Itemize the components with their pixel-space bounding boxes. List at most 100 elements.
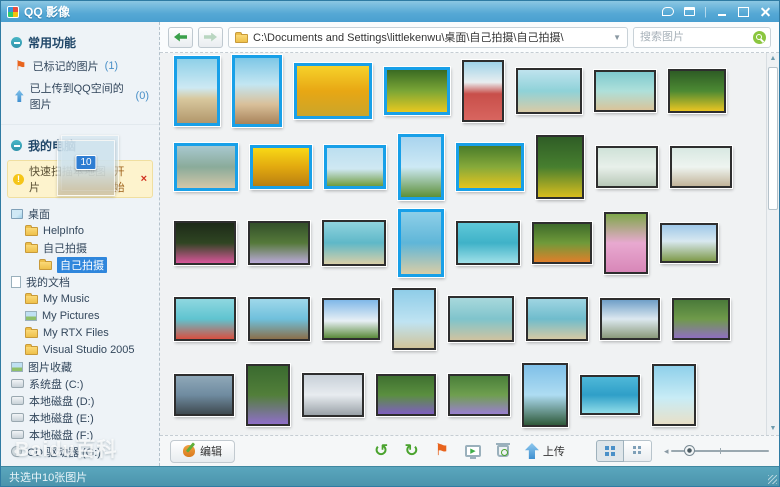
photo-thumbnail[interactable] [174,374,234,416]
photo-thumbnail[interactable] [536,135,584,199]
edit-button[interactable]: 编辑 [170,440,235,463]
photo-thumbnail[interactable] [456,143,524,191]
slideshow-button[interactable]: ▶ [465,445,481,457]
photo-thumbnail[interactable] [668,69,726,113]
photo-thumbnail[interactable] [322,298,380,340]
scrollbar-track[interactable] [767,65,779,423]
path-dropdown[interactable]: C:\Documents and Settings\littlekenwu\桌面… [228,27,628,48]
scrollbar-thumb[interactable] [768,67,778,210]
search-input[interactable] [640,31,753,43]
photo-thumbnail[interactable] [250,145,312,189]
photo-thumbnail[interactable] [526,297,588,341]
slider-knob[interactable] [684,445,695,456]
photo-thumbnail[interactable] [392,288,436,350]
section-common-functions[interactable]: 常用功能 [1,30,159,55]
tree-item[interactable]: My RTX Files [1,324,159,341]
photo-thumbnail[interactable] [174,221,236,265]
window-controls: | [660,5,773,18]
slideshow-icon: ▶ [465,445,481,457]
document-icon [11,276,21,288]
photo-thumbnail[interactable] [246,364,290,426]
tree-item[interactable]: 图片收藏 [1,358,159,375]
photo-thumbnail[interactable] [448,296,514,342]
photo-thumbnail[interactable] [462,60,504,122]
scroll-up-icon[interactable]: ▲ [770,53,777,65]
forward-button[interactable] [198,27,223,48]
view-small-thumbs-button[interactable] [624,440,652,462]
tree-item[interactable]: My Pictures [1,307,159,324]
feedback-button[interactable] [660,5,675,18]
close-button[interactable] [758,5,773,18]
photo-thumbnail[interactable] [580,375,640,415]
qq-image-window: QQ 影像 | 常用功能 ⚑ 已标记的图片 (1) 已上传到QQ空间的图片 [0,0,780,487]
desktop-icon [11,209,23,219]
delete-button[interactable] [497,445,509,457]
folder-icon [25,244,38,253]
photo-thumbnail[interactable] [594,70,656,112]
scan-start-button[interactable]: 开始 [114,163,134,195]
back-button[interactable] [168,27,193,48]
photo-thumbnail[interactable] [456,221,520,265]
photo-thumbnail[interactable] [448,374,510,416]
scroll-down-icon[interactable]: ▼ [770,423,777,435]
photo-thumbnail[interactable] [672,298,730,340]
minimize-button[interactable] [714,5,729,18]
photo-thumbnail[interactable] [398,209,444,277]
tree-item[interactable]: 自己拍摄 [1,256,159,273]
rotate-left-button[interactable]: ↺ [374,443,388,459]
photo-thumbnail[interactable] [398,134,444,200]
slider-track[interactable] [671,450,769,452]
rotate-right-button[interactable]: ↻ [404,443,418,459]
photo-thumbnail[interactable] [232,55,282,127]
photo-thumbnail[interactable] [248,297,310,341]
skin-button[interactable] [682,5,697,18]
photo-thumbnail[interactable] [532,222,592,264]
section-my-computer[interactable]: 我的电脑 [1,133,159,158]
tree-item[interactable]: 我的文档 [1,273,159,290]
vertical-scrollbar[interactable]: ▲ ▼ [766,53,779,435]
folder-icon [235,34,248,43]
photo-thumbnail[interactable] [174,297,236,341]
tree-item[interactable]: 本地磁盘 (D:) [1,392,159,409]
photo-thumbnail[interactable] [174,56,220,126]
maximize-button[interactable] [736,5,751,18]
flag-icon: ⚑ [15,61,27,71]
view-large-thumbs-button[interactable] [596,440,624,462]
content-area: C:\Documents and Settings\littlekenwu\桌面… [160,22,779,466]
slider-left-icon: ◂ [664,446,669,457]
photo-thumbnail[interactable] [596,146,658,188]
photo-thumbnail[interactable] [660,223,718,263]
sidebar-item-uploaded-images[interactable]: 已上传到QQ空间的图片 (0) [1,77,159,115]
tree-item-label: My Pictures [42,310,99,322]
photo-thumbnail[interactable] [670,146,732,188]
scan-close-button[interactable]: × [139,173,147,185]
photo-thumbnail[interactable] [516,68,582,114]
photo-thumbnail[interactable] [376,374,436,416]
photo-thumbnail[interactable] [604,212,648,274]
upload-button[interactable]: 上传 [525,443,565,459]
photo-thumbnail[interactable] [324,145,386,189]
zoom-slider[interactable]: ◂ [664,444,769,458]
tree-item[interactable]: Visual Studio 2005 [1,341,159,358]
tree-item-label: 图片收藏 [28,359,72,375]
photo-thumbnail[interactable] [322,220,386,266]
tree-item[interactable]: 自己拍摄 [1,239,159,256]
tree-item[interactable]: 桌面 [1,205,159,222]
tree-item[interactable]: 本地磁盘 (E:) [1,409,159,426]
flag-button[interactable]: ⚑ [435,444,449,458]
tree-item[interactable]: HelpInfo [1,222,159,239]
photo-thumbnail[interactable] [384,67,450,115]
sidebar-item-flagged-images[interactable]: ⚑ 已标记的图片 (1) [1,55,159,77]
photo-thumbnail[interactable] [302,373,364,417]
photo-thumbnail[interactable] [600,298,660,340]
tree-item[interactable]: 系统盘 (C:) [1,375,159,392]
photo-thumbnail[interactable] [294,63,372,119]
photo-thumbnail[interactable] [248,221,310,265]
photo-thumbnail[interactable] [652,364,696,426]
tree-item[interactable]: My Music [1,290,159,307]
resize-grip[interactable] [768,475,777,484]
photo-thumbnail[interactable] [522,363,568,427]
search-icon[interactable] [753,31,766,44]
search-box [633,27,771,48]
photo-thumbnail[interactable] [174,143,238,191]
